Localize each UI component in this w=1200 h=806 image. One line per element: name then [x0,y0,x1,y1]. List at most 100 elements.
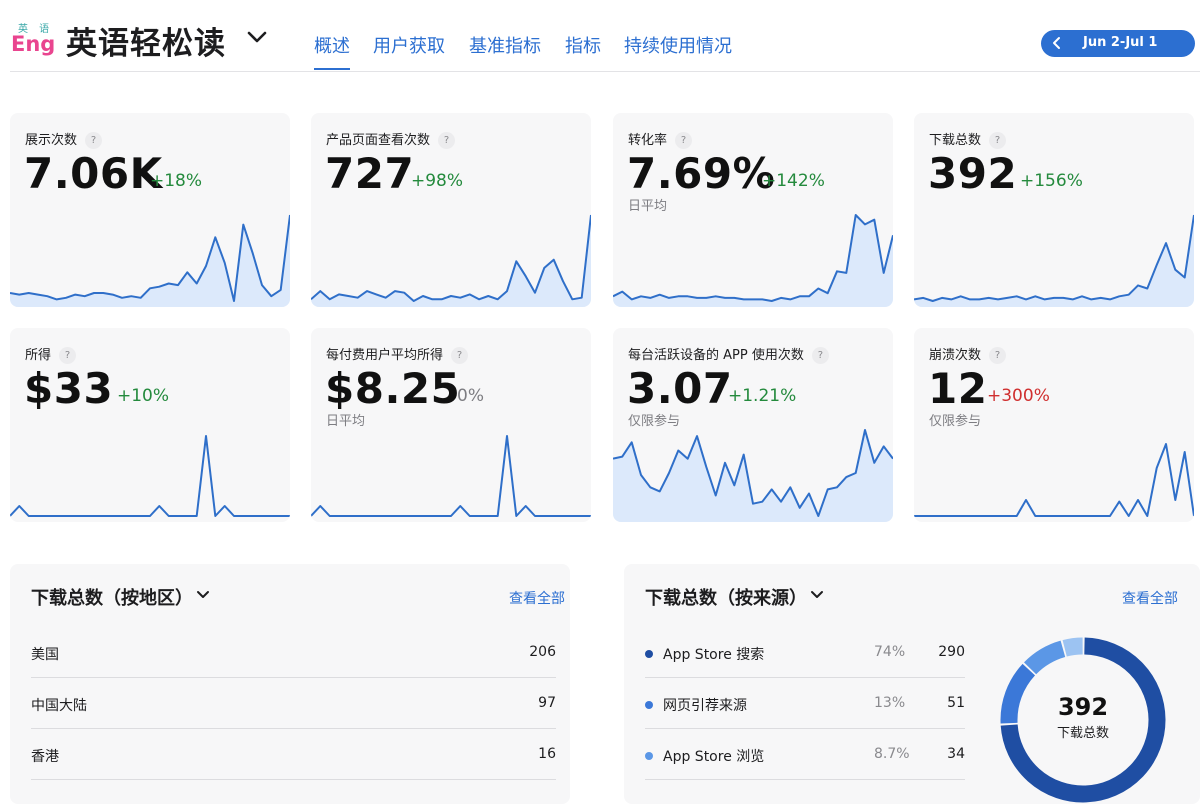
metric-card[interactable]: 每付费用户平均所得? $8.25 0% 日平均 [311,328,591,522]
help-icon[interactable]: ? [989,132,1007,149]
view-all-link[interactable]: 查看全部 [1122,588,1178,608]
sparkline-line [10,435,290,517]
legend-dot [645,752,653,760]
table-row[interactable]: 香港 16 [31,729,556,780]
tab-overview[interactable]: 概述 [314,32,350,70]
sparkline-chart[interactable] [914,422,1194,522]
tab-benchmarks[interactable]: 基准指标 [469,32,541,58]
region-value: 206 [529,644,556,660]
chevron-down-icon[interactable] [196,590,210,600]
metric-value: 3.07 [627,364,733,413]
metric-label-text: 所得 [25,348,52,363]
metric-value: 7.69% [627,149,776,198]
tab-metrics[interactable]: 指标 [565,32,601,58]
metric-label: 产品页面查看次数? [326,129,456,149]
metric-change: +300% [987,386,1050,406]
metric-label-text: 每台活跃设备的 APP 使用次数 [628,348,804,363]
metric-change: +18% [150,171,203,191]
donut-segment[interactable] [1062,637,1083,657]
list-item[interactable]: 网页引荐来源 13% 51 [645,678,965,729]
metric-label-text: 每付费用户平均所得 [326,348,444,363]
donut-total-label: 下载总数 [1056,726,1109,741]
list-item[interactable]: App Store 浏览 8.7% 34 [645,729,965,780]
sparkline-area [311,215,591,307]
chevron-down-icon[interactable] [810,590,824,600]
region-value: 97 [538,695,556,711]
table-row[interactable]: 中国大陆 97 [31,678,556,729]
metric-change: +156% [1020,171,1083,191]
header-divider [10,71,1200,72]
view-all-link[interactable]: 查看全部 [509,588,565,608]
list-item[interactable]: App Store 搜索 74% 290 [645,627,965,678]
metric-change: +98% [411,171,464,191]
panel-title[interactable]: 下载总数（按来源） [645,584,807,610]
metric-label: 每台活跃设备的 APP 使用次数? [628,344,829,364]
metric-label-text: 崩溃次数 [929,348,982,363]
date-range-picker[interactable]: Jun 2-Jul 1 [1041,30,1195,57]
source-percent: 74% [874,644,906,660]
metric-card[interactable]: 转化率? 7.69% +142% 日平均 [613,113,893,307]
source-percent: 13% [874,695,906,711]
metric-card[interactable]: 下载总数? 392 +156% [914,113,1194,307]
region-name: 香港 [31,749,59,765]
metric-card[interactable]: 所得? $33 +10% [10,328,290,522]
sparkline-chart[interactable] [914,207,1194,307]
metric-change: +10% [117,386,170,406]
sparkline-chart[interactable] [10,422,290,522]
metric-card[interactable]: 展示次数? 7.06K +18% [10,113,290,307]
metric-card[interactable]: 产品页面查看次数? 727 +98% [311,113,591,307]
chevron-left-icon[interactable] [1050,36,1064,50]
metric-card[interactable]: 每台活跃设备的 APP 使用次数? 3.07 +1.21% 仅限参与 [613,328,893,522]
source-value: 51 [947,695,965,711]
help-icon[interactable]: ? [438,132,456,149]
sparkline-chart[interactable] [10,207,290,307]
donut-total: 392 [1057,693,1109,721]
help-icon[interactable]: ? [451,347,469,364]
source-value: 290 [938,644,965,660]
metric-change: 0% [457,386,484,406]
metric-value: 392 [928,149,1018,198]
metric-label: 所得? [25,344,77,364]
metric-label-text: 产品页面查看次数 [326,133,431,148]
metric-label: 展示次数? [25,129,103,149]
source-name: App Store 搜索 [663,647,765,663]
source-name: App Store 浏览 [663,749,765,765]
metric-value: $8.25 [325,364,461,413]
tab-acquisition[interactable]: 用户获取 [373,32,445,58]
metric-label-text: 转化率 [628,133,668,148]
legend-dot [645,650,653,658]
sparkline-chart[interactable] [613,207,893,307]
panel-title[interactable]: 下载总数（按地区） [31,584,193,610]
sparkline-line [311,435,591,517]
help-icon[interactable]: ? [59,347,77,364]
chevron-down-icon[interactable] [246,30,268,44]
sparkline-area [914,215,1194,307]
metric-card[interactable]: 崩溃次数? 12 +300% 仅限参与 [914,328,1194,522]
region-name: 美国 [31,647,59,663]
date-range-text: Jun 2-Jul 1 [1083,35,1158,50]
app-title[interactable]: 英语轻松读 [66,18,226,63]
help-icon[interactable]: ? [675,132,693,149]
downloads-by-region-panel: 下载总数（按地区） 查看全部 美国 206 中国大陆 97 香港 16 [10,564,570,804]
tab-retention[interactable]: 持续使用情况 [624,32,732,58]
sparkline-chart[interactable] [311,422,591,522]
table-row[interactable]: 美国 206 [31,627,556,678]
donut-segment[interactable] [1024,640,1066,675]
logo-bottom-text: Eng [11,32,56,56]
metric-change: +142% [762,171,825,191]
legend-dot [645,701,653,709]
sparkline-area [613,215,893,307]
metric-value: 7.06K [24,149,163,198]
app-logo: 英 语 Eng [11,20,55,60]
metric-label: 崩溃次数? [929,344,1007,364]
sparkline-chart[interactable] [311,207,591,307]
metric-label: 转化率? [628,129,693,149]
sparkline-area [10,215,290,307]
help-icon[interactable]: ? [85,132,103,149]
sparkline-chart[interactable] [613,422,893,522]
metric-label-text: 下载总数 [929,133,982,148]
metric-label: 下载总数? [929,129,1007,149]
help-icon[interactable]: ? [811,347,829,364]
help-icon[interactable]: ? [989,347,1007,364]
source-value: 34 [947,746,965,762]
